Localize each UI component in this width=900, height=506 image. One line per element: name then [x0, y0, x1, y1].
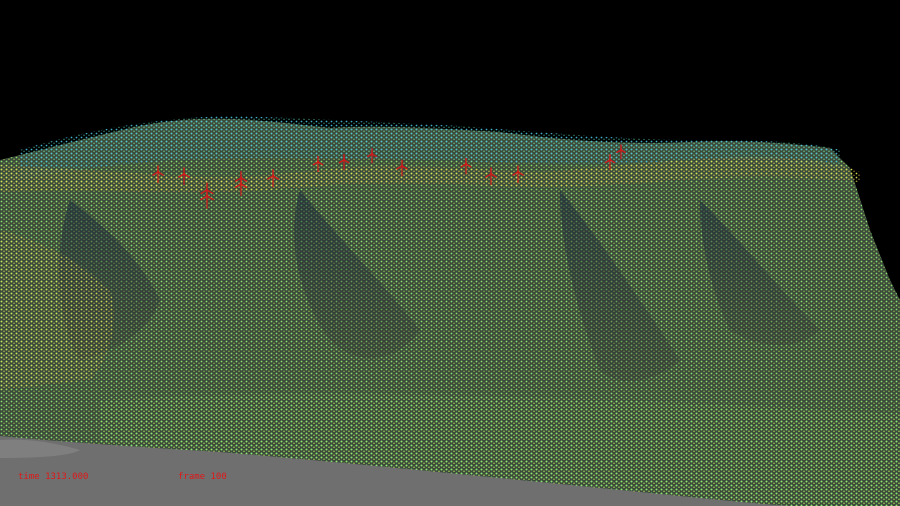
- time-readout: time 1313.000: [18, 472, 89, 482]
- simulation-viewport[interactable]: time 1313.000 frame 100: [0, 0, 900, 506]
- terrain-scene: [0, 0, 900, 506]
- frame-readout: frame 100: [178, 472, 227, 482]
